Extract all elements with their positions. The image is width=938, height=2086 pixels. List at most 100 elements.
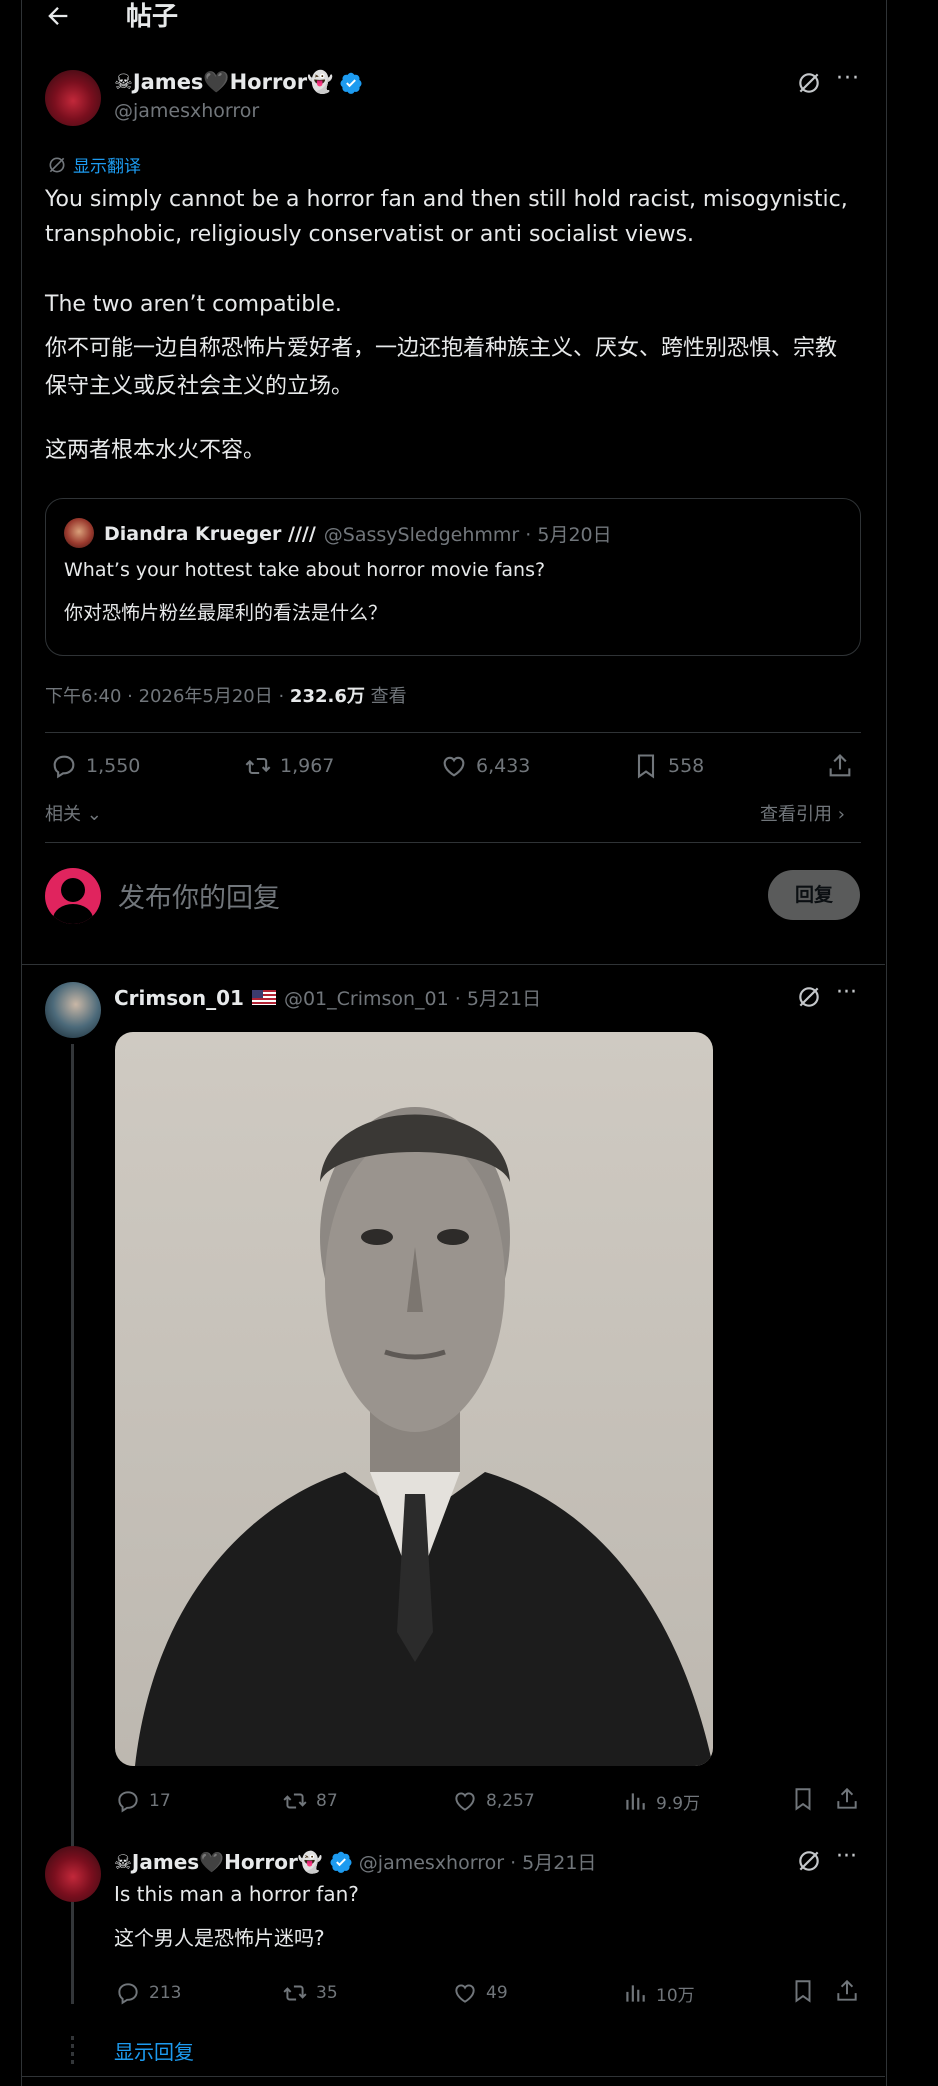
reply1-views-count: 9.9万	[656, 1793, 701, 1814]
reply2-like-count: 49	[486, 1983, 508, 2003]
reply2-reply-count: 213	[149, 1983, 182, 2003]
quote-author-row: Diandra Krueger //// @SassySledgehmmr · …	[104, 520, 612, 547]
post-text-en-2: The two aren’t compatible.	[45, 292, 342, 317]
reply2-author-row: ☠James🖤Horror👻 @jamesxhorror · 5月21日	[114, 1848, 596, 1875]
heart-icon	[455, 1984, 475, 2003]
retweet-icon	[283, 1793, 307, 1809]
reply2-views-count: 10万	[656, 1985, 695, 2006]
share-icon[interactable]	[834, 1786, 860, 1816]
related-link[interactable]: 相关 ⌄	[45, 800, 102, 826]
analytics-icon	[626, 1793, 645, 1810]
show-replies-link[interactable]: 显示回复	[114, 2036, 194, 2065]
quote-text-zh: 你对恐怖片粉丝最犀利的看法是什么？	[64, 602, 388, 624]
bookmark-action[interactable]: 558	[632, 752, 704, 780]
back-arrow-icon[interactable]	[44, 2, 72, 30]
reply2-avatar[interactable]	[45, 1846, 101, 1902]
reply2-retweet-action[interactable]: 35	[282, 1980, 338, 2006]
quote-handle-date: @SassySledgehmmr · 5月20日	[323, 524, 612, 546]
reply2-text-zh: 这个男人是恐怖片迷吗?	[114, 1926, 325, 1950]
views-label: 查看	[364, 686, 407, 707]
more-options-icon[interactable]: ···	[836, 66, 860, 91]
us-flag-icon	[251, 990, 276, 1005]
reply-icon	[118, 1791, 138, 1813]
show-translation-link[interactable]: 显示翻译	[47, 152, 141, 177]
avatar[interactable]	[45, 70, 101, 126]
reply1-handle-date[interactable]: @01_Crimson_01 · 5月21日	[284, 984, 541, 1011]
reply-button[interactable]: 回复	[768, 870, 860, 920]
quote-author-name: Diandra Krueger ////	[104, 522, 316, 545]
reply1-author-row: Crimson_01 @01_Crimson_01 · 5月21日	[114, 984, 541, 1011]
quote-avatar	[64, 518, 94, 548]
show-translation-label: 显示翻译	[73, 157, 141, 177]
grok-icon[interactable]	[796, 1848, 822, 1878]
section-divider	[21, 2076, 885, 2077]
author-name[interactable]: ☠James🖤Horror👻	[114, 70, 333, 95]
section-divider	[21, 964, 885, 965]
divider	[45, 842, 861, 843]
reply2-author-name[interactable]: ☠James🖤Horror👻	[114, 1850, 323, 1874]
post-text-zh-1: 你不可能一边自称恐怖片爱好者，一边还抱着种族主义、厌女、跨性别恐惧、宗教保守主义…	[45, 336, 838, 399]
translate-icon	[49, 157, 65, 172]
my-avatar	[45, 868, 101, 924]
post-text-en-1: You simply cannot be a horror fan and th…	[45, 187, 848, 247]
like-count: 6,433	[476, 755, 531, 777]
reply2-reply-action[interactable]: 213	[115, 1980, 181, 2006]
retweet-action[interactable]: 1,967	[244, 752, 334, 780]
author-row: ☠James🖤Horror👻	[114, 70, 363, 95]
reply1-like-action[interactable]: 8,257	[452, 1788, 535, 1814]
analytics-icon	[626, 1985, 645, 2002]
reply1-photo[interactable]	[115, 1032, 713, 1766]
page-title: 帖子	[126, 2, 179, 32]
verified-badge-icon	[330, 1851, 352, 1873]
retweet-icon	[283, 1985, 307, 2001]
reply1-retweet-count: 87	[316, 1791, 338, 1811]
reply-input[interactable]: 发布你的回复	[118, 876, 280, 915]
grok-icon[interactable]	[796, 984, 822, 1014]
reply-count: 1,550	[86, 755, 141, 777]
chevron-down-icon: ⌄	[81, 804, 102, 825]
reply1-reply-action[interactable]: 17	[115, 1788, 171, 1814]
reply1-views-action[interactable]: 9.9万	[622, 1788, 700, 1814]
reply1-author-name[interactable]: Crimson_01	[114, 986, 244, 1010]
views-count: 232.6万	[289, 686, 365, 707]
reply2-like-action[interactable]: 49	[452, 1980, 508, 2006]
share-icon[interactable]	[834, 1978, 860, 2008]
view-quotes-link[interactable]: 查看引用 ›	[760, 800, 845, 826]
more-options-icon[interactable]: ···	[836, 1844, 857, 1869]
author-handle[interactable]: @jamesxhorror	[114, 100, 259, 122]
dotted-thread-icon	[71, 2036, 74, 2066]
reply1-like-count: 8,257	[486, 1791, 535, 1811]
reply-icon	[53, 755, 75, 779]
portrait-photo-icon	[135, 1107, 713, 1766]
post-text-zh-2: 这两者根本水火不容。	[45, 438, 266, 463]
view-quotes-label: 查看引用	[760, 804, 832, 825]
post-timestamp[interactable]: 下午6:40 · 2026年5月20日 ·	[45, 686, 290, 707]
reply1-reply-count: 17	[149, 1791, 171, 1811]
reply-icon	[118, 1983, 138, 2005]
heart-icon	[443, 756, 465, 777]
more-options-icon[interactable]: ···	[836, 980, 857, 1005]
quote-text-en: What’s your hottest take about horror mo…	[64, 559, 546, 581]
chevron-right-icon: ›	[832, 804, 845, 825]
reply2-views-action[interactable]: 10万	[622, 1980, 695, 2006]
verified-badge-icon	[340, 72, 362, 94]
reply2-text-en: Is this man a horror fan?	[114, 1882, 359, 1906]
reply2-retweet-count: 35	[316, 1983, 338, 2003]
heart-icon	[455, 1792, 475, 1811]
post-meta: 下午6:40 · 2026年5月20日 · 232.6万 查看	[45, 682, 407, 708]
bookmark-icon[interactable]	[790, 1786, 816, 1816]
bookmark-count: 558	[668, 755, 705, 777]
reply1-avatar[interactable]	[45, 982, 101, 1038]
reply2-handle-date[interactable]: @jamesxhorror · 5月21日	[359, 1848, 597, 1875]
bookmark-icon	[637, 754, 655, 779]
reply-action[interactable]: 1,550	[50, 752, 140, 780]
grok-icon[interactable]	[796, 70, 822, 100]
reply1-retweet-action[interactable]: 87	[282, 1788, 338, 1814]
related-label: 相关	[45, 804, 81, 825]
retweet-icon	[245, 757, 271, 775]
like-action[interactable]: 6,433	[440, 752, 530, 780]
retweet-count: 1,967	[280, 755, 335, 777]
share-icon[interactable]	[826, 752, 854, 784]
divider	[45, 732, 861, 733]
bookmark-icon[interactable]	[790, 1978, 816, 2008]
